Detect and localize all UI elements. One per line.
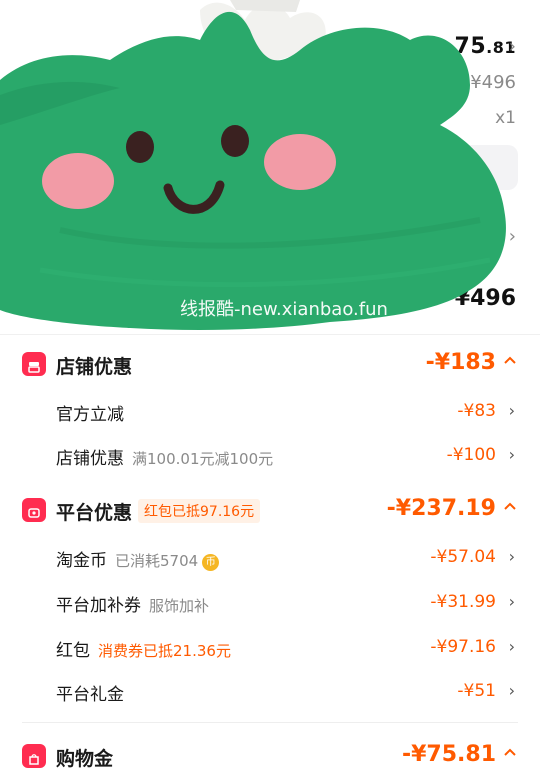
discount-item-taojinbi[interactable]: 淘金币 已消耗5704 币 -¥57.04 › <box>0 538 540 578</box>
chevron-right-icon[interactable]: › <box>509 445 515 464</box>
platform-icon <box>22 498 46 522</box>
platform-discount-amount: -¥237.19 <box>386 496 496 521</box>
item-label: 淘金币 已消耗5704 币 <box>56 546 220 571</box>
store-icon <box>22 352 46 376</box>
chevron-right-icon[interactable]: › <box>509 401 515 420</box>
store-discount-amount: -¥183 <box>425 350 496 375</box>
item-label-text: 店铺优惠 <box>56 449 124 469</box>
discount-item-subsidy[interactable]: 平台加补券 服饰加补 -¥31.99 › <box>0 583 540 623</box>
item-note: 消费券已抵21.36元 <box>98 642 231 660</box>
discount-item-official[interactable]: 官方立减 -¥83 › <box>0 392 540 432</box>
item-note: 服饰加补 <box>149 597 210 615</box>
item-amount: -¥100 <box>446 445 496 465</box>
platform-discount-header[interactable]: 平台优惠 红包已抵97.16元 -¥237.19 <box>0 490 540 530</box>
item-label: 红包 消费券已抵21.36元 <box>56 636 231 661</box>
shopping-bag-icon <box>22 744 46 768</box>
item-amount: -¥83 <box>457 401 496 421</box>
collapse-caret-icon[interactable] <box>502 352 518 372</box>
collapse-caret-icon[interactable] <box>502 744 518 764</box>
item-amount: -¥51 <box>457 681 496 701</box>
store-discount-header[interactable]: 店铺优惠 -¥183 <box>0 344 540 384</box>
collapse-caret-icon[interactable] <box>502 498 518 518</box>
coin-icon: 币 <box>202 554 220 571</box>
divider <box>0 334 540 335</box>
section-title: 平台优惠 <box>56 502 133 524</box>
item-note: 已消耗5704 <box>115 552 199 570</box>
item-label: 平台加补券 服饰加补 <box>56 591 209 616</box>
discount-item-store[interactable]: 店铺优惠 满100.01元减100元 -¥100 › <box>0 436 540 476</box>
green-blob-sticker <box>0 0 506 331</box>
chevron-right-icon[interactable]: › <box>509 637 515 656</box>
product-summary: 75.81 › ¥496 x1 › ¥496 线报酷-new.xianbao.f… <box>0 0 540 335</box>
shopping-gold-amount: -¥75.81 <box>401 742 496 767</box>
item-amount: -¥31.99 <box>430 592 496 612</box>
section-title: 购物金 <box>56 748 114 770</box>
item-note: 满100.01元减100元 <box>132 450 274 468</box>
section-title: 店铺优惠 <box>56 356 133 378</box>
item-label: 官方立减 <box>56 405 124 425</box>
item-label-text: 平台加补券 <box>56 596 141 616</box>
discount-item-redpacket[interactable]: 红包 消费券已抵21.36元 -¥97.16 › <box>0 628 540 668</box>
item-label: 店铺优惠 满100.01元减100元 <box>56 444 273 469</box>
item-label: 平台礼金 <box>56 685 124 705</box>
chevron-right-icon[interactable]: › <box>509 547 515 566</box>
item-label-text: 红包 <box>56 641 90 661</box>
discount-item-gift[interactable]: 平台礼金 -¥51 › <box>0 672 540 712</box>
chevron-right-icon[interactable]: › <box>509 681 515 700</box>
chevron-right-icon[interactable]: › <box>509 592 515 611</box>
item-amount: -¥57.04 <box>430 547 496 567</box>
divider <box>22 722 518 723</box>
watermark-text: 线报酷-new.xianbao.fun <box>180 299 388 320</box>
red-packet-tag: 红包已抵97.16元 <box>138 499 261 523</box>
item-amount: -¥97.16 <box>430 637 496 657</box>
shopping-gold-header[interactable]: 购物金 -¥75.81 <box>0 736 540 776</box>
item-label-text: 淘金币 <box>56 551 107 571</box>
